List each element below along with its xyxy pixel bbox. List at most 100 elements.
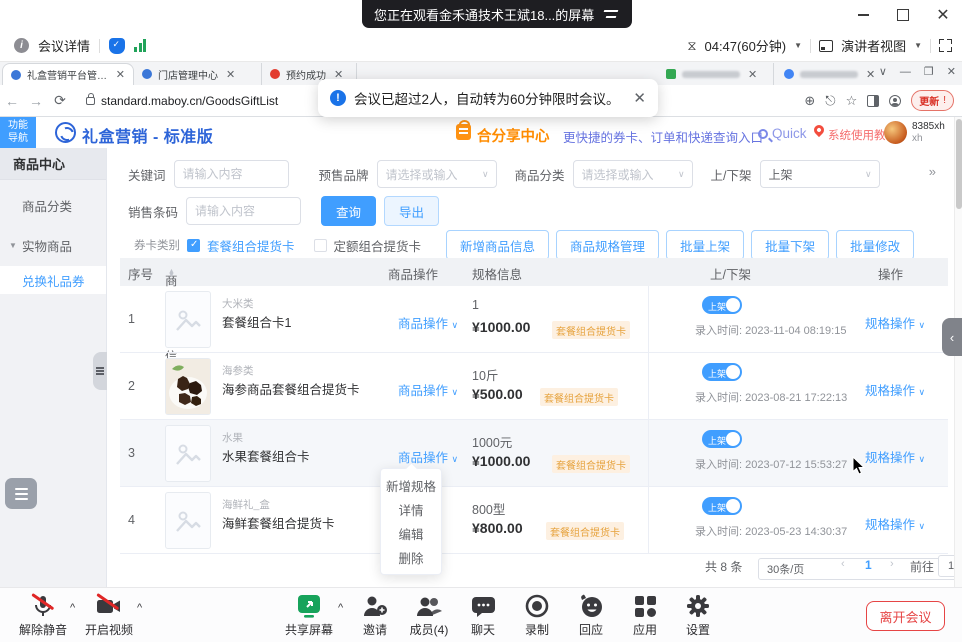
keyword-input[interactable] (174, 160, 289, 188)
user-name: 8385xh (912, 121, 945, 133)
meeting-details-label[interactable]: 会议详情 (38, 36, 90, 55)
brand-select[interactable]: 请选择或输入 (377, 160, 497, 188)
checkbox-combo-label[interactable]: 套餐组合提货卡 (207, 236, 295, 255)
total-count: 共 8 条 (705, 558, 742, 575)
browser-tab-5[interactable]: ✕ (776, 63, 894, 85)
menu-item-add-spec[interactable]: 新增规格 (386, 476, 436, 495)
leave-meeting-button[interactable]: 离开会议 (866, 601, 945, 631)
checkbox-fixed-label[interactable]: 定额组合提货卡 (334, 236, 422, 255)
bookmark-star-icon[interactable]: ☆ (846, 93, 858, 109)
browser-close-button[interactable]: ✕ (947, 65, 956, 78)
shelf-toggle[interactable]: 上架 (702, 296, 742, 314)
checkbox-combo-card[interactable] (187, 239, 200, 252)
checkbox-fixed-card[interactable] (314, 239, 327, 252)
share-screen-button[interactable]: 共享屏幕 (276, 593, 342, 638)
nav-toggle-button[interactable]: 功能 导航 (0, 117, 36, 148)
back-icon[interactable]: ← (0, 93, 24, 109)
tab-close-icon[interactable]: ✕ (114, 68, 125, 81)
batch-off-shelf-button[interactable]: 批量下架 (751, 230, 829, 260)
shelf-toggle[interactable]: 上架 (702, 363, 742, 381)
zoom-icon[interactable]: ⊕ (804, 93, 815, 109)
spec-manage-button[interactable]: 商品规格管理 (556, 230, 659, 260)
shelf-toggle[interactable]: 上架 (702, 430, 742, 448)
floating-list-button[interactable] (5, 478, 37, 509)
share-icon[interactable]: ⎋ (825, 93, 835, 109)
spec-op-link[interactable]: 规格操作 ∨ (865, 380, 925, 399)
start-video-button[interactable]: 开启视频 (76, 593, 142, 638)
menu-item-delete[interactable]: 删除 (398, 548, 423, 567)
meeting-info-icon[interactable]: i (14, 38, 29, 53)
sidebar-section-product-center[interactable]: 商品中心 (0, 148, 106, 180)
spec-op-link[interactable]: 规格操作 ∨ (865, 447, 925, 466)
sidebar-collapse-handle[interactable] (93, 352, 107, 390)
security-shield-icon[interactable] (109, 38, 125, 54)
quick-search[interactable]: Quick (758, 126, 807, 141)
menu-item-edit[interactable]: 编辑 (398, 524, 423, 543)
barcode-input[interactable] (186, 197, 301, 225)
timer-caret-icon[interactable]: ▼ (794, 41, 802, 50)
user-avatar[interactable] (884, 121, 907, 144)
nav-toggle-line1: 功能 (8, 120, 28, 133)
scrollbar-thumb[interactable] (956, 119, 962, 209)
batch-edit-button[interactable]: 批量修改 (836, 230, 914, 260)
side-panel-handle[interactable]: ‹ (942, 318, 962, 356)
current-page[interactable]: 1 (865, 558, 872, 572)
category-select[interactable]: 请选择或输入 (573, 160, 693, 188)
window-maximize-button[interactable] (890, 3, 916, 27)
next-page-icon[interactable]: › (890, 558, 894, 570)
share-center-link[interactable]: 合分享中心 (477, 125, 550, 146)
tab-close-icon[interactable]: ✕ (224, 68, 235, 81)
entry-time: 录入时间: 2023-07-12 15:53:27 (695, 456, 847, 472)
sidebar-item-categories[interactable]: 商品分类 (0, 190, 106, 220)
settings-gear-icon (686, 593, 710, 619)
sidebar-item-physical-goods[interactable]: ▼ 实物商品 (0, 230, 106, 260)
sidepanel-icon[interactable] (867, 95, 879, 107)
watching-banner: 您正在观看金禾通技术王斌18...的屏幕 (362, 0, 632, 28)
product-op-link[interactable]: 商品操作 ∨ (398, 380, 458, 399)
shelf-select[interactable]: 上架 (760, 160, 880, 188)
settings-button[interactable]: 设置 (665, 593, 731, 638)
promo-text[interactable]: 更快捷的券卡、订单和快递查询入口 (563, 127, 763, 146)
product-op-link[interactable]: 商品操作 ∨ (398, 447, 458, 466)
keyword-label: 关键词 (128, 165, 166, 184)
search-button[interactable]: 查询 (321, 196, 376, 226)
browser-tab-1[interactable]: 礼盒营销平台管理中心 ✕ (2, 63, 134, 85)
spec-op-link[interactable]: 规格操作 ∨ (865, 313, 925, 332)
browser-minimize-button[interactable]: — (900, 66, 911, 78)
product-name: 海参商品套餐组合提货卡 (222, 379, 360, 398)
window-minimize-button[interactable] (850, 3, 876, 27)
view-caret-icon[interactable]: ▼ (914, 41, 922, 50)
banner-menu-icon[interactable] (604, 9, 620, 19)
mic-options-caret[interactable]: ^ (70, 602, 75, 614)
add-product-button[interactable]: 新增商品信息 (446, 230, 549, 260)
product-op-link[interactable]: 商品操作 ∨ (398, 313, 458, 332)
forward-icon[interactable]: → (24, 93, 48, 109)
video-options-caret[interactable]: ^ (137, 602, 142, 614)
batch-on-shelf-button[interactable]: 批量上架 (666, 230, 744, 260)
shelf-toggle[interactable]: 上架 (702, 497, 742, 515)
sort-icon[interactable]: ▲▼ (168, 270, 175, 278)
view-mode-label[interactable]: 演讲者视图 (841, 36, 906, 55)
price: ¥800.00 (472, 520, 523, 536)
window-close-button[interactable]: ✕ (930, 3, 956, 27)
update-button[interactable]: 更新 ! (911, 90, 954, 111)
unmute-button[interactable]: 解除静音 (10, 593, 76, 638)
toast-close-icon[interactable]: ✕ (633, 89, 646, 107)
prev-page-icon[interactable]: ‹ (841, 558, 845, 570)
sidebar-item-gift-vouchers[interactable]: 兑换礼品券 (0, 266, 106, 294)
tab-search-icon[interactable]: ∨ (879, 65, 887, 78)
tab-close-icon[interactable]: ✕ (864, 68, 875, 81)
lock-icon[interactable] (86, 97, 95, 105)
fullscreen-icon[interactable] (939, 39, 952, 52)
spec-op-link[interactable]: 规格操作 ∨ (865, 514, 925, 533)
profile-icon[interactable] (889, 95, 901, 107)
export-button[interactable]: 导出 (384, 196, 439, 226)
reload-icon[interactable]: ⟳ (48, 92, 72, 109)
browser-maximize-button[interactable]: ❐ (924, 65, 934, 78)
filter-collapse-chevron[interactable]: » (929, 164, 936, 179)
address-bar[interactable]: standard.maboy.cn/GoodsGiftList (101, 94, 278, 108)
browser-tab-2[interactable]: 门店管理中心 ✕ (134, 63, 262, 85)
browser-tab-4[interactable]: ✕ (658, 63, 774, 85)
menu-item-detail[interactable]: 详情 (398, 500, 423, 519)
tab-close-icon[interactable]: ✕ (746, 68, 757, 81)
